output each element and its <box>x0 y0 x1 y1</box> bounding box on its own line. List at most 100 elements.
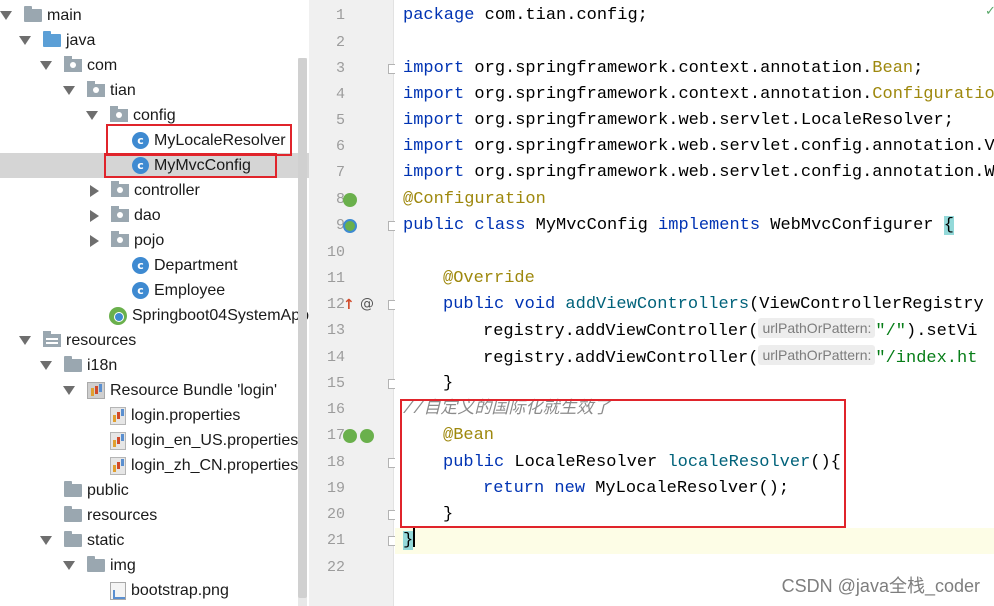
code-line-11: @Override <box>443 269 535 288</box>
code-line-7: import org.springframework.web.servlet.c… <box>403 160 994 186</box>
tree-item-login-zh-cn[interactable]: login_zh_CN.properties <box>0 453 309 478</box>
expand-arrow-icon[interactable] <box>40 361 52 370</box>
expand-arrow-icon[interactable] <box>40 536 52 545</box>
parameter-hint: urlPathOrPattern: <box>758 318 876 338</box>
code-text: org.springframework.web.servlet.config.a… <box>464 163 994 182</box>
tree-item-static[interactable]: static <box>0 528 309 553</box>
collapse-arrow-icon[interactable] <box>90 234 99 247</box>
tree-item-springboot-app[interactable]: Springboot04SystemApp <box>0 303 309 328</box>
spring-bean-check-icon[interactable] <box>360 429 374 443</box>
tree-item-login-properties[interactable]: login.properties <box>0 403 309 428</box>
code-text: ; <box>913 59 924 78</box>
tree-item-label: tian <box>110 81 136 99</box>
code-line-14: registry.addViewController(urlPathOrPatt… <box>483 345 977 371</box>
scrollbar-thumb[interactable] <box>298 58 307 598</box>
code-line-12: public void addViewControllers(ViewContr… <box>443 292 994 318</box>
line-number: 19 <box>326 480 345 497</box>
folder-icon <box>64 531 82 547</box>
properties-file-icon <box>110 456 126 475</box>
tree-item-label: login_zh_CN.properties <box>131 456 299 474</box>
inspection-check-icon[interactable]: ✓ <box>985 4 994 19</box>
tree-item-i18n[interactable]: i18n <box>0 353 309 378</box>
tree-item-label: login.properties <box>131 406 241 424</box>
tree-item-pojo[interactable]: pojo <box>0 228 309 253</box>
expand-arrow-icon[interactable] <box>63 86 75 95</box>
line-number: 8 <box>335 191 345 208</box>
tree-item-mylocaleresolver[interactable]: c MyLocaleResolver <box>0 128 309 153</box>
line-number: 12 <box>326 296 345 313</box>
tree-item-label: Resource Bundle 'login' <box>110 381 278 399</box>
code-line-17: @Bean <box>443 426 495 445</box>
tree-item-controller[interactable]: controller <box>0 178 309 203</box>
current-line-highlight <box>395 528 994 554</box>
keyword: import <box>403 137 465 156</box>
tree-item-employee[interactable]: c Employee <box>0 278 309 303</box>
tree-item-bootstrap-png[interactable]: bootstrap.png <box>0 578 309 603</box>
line-number: 17 <box>326 427 345 444</box>
package-icon <box>111 181 129 197</box>
tree-item-config[interactable]: config <box>0 103 309 128</box>
line-number: 10 <box>326 244 345 261</box>
expand-arrow-icon[interactable] <box>19 336 31 345</box>
tree-scrollbar[interactable] <box>298 58 307 606</box>
expand-arrow-icon[interactable] <box>86 111 98 120</box>
line-number: 14 <box>326 349 345 366</box>
line-number: 21 <box>326 532 345 549</box>
line-number: 20 <box>326 506 345 523</box>
code-line-1: package com.tian.config; <box>403 3 648 29</box>
collapse-arrow-icon[interactable] <box>90 184 99 197</box>
class-name: MyMvcConfig <box>525 216 659 235</box>
code-line-3: import org.springframework.context.annot… <box>403 56 923 82</box>
class-icon: c <box>132 282 149 299</box>
tree-item-resource-bundle[interactable]: Resource Bundle 'login' <box>0 378 309 403</box>
expand-arrow-icon[interactable] <box>19 36 31 45</box>
code-text: registry.addViewController( <box>483 322 759 341</box>
tree-item-resources[interactable]: resources <box>0 328 309 353</box>
spring-config-icon[interactable] <box>343 219 357 233</box>
tree-item-dao[interactable]: dao <box>0 203 309 228</box>
folder-icon <box>64 481 82 497</box>
parameter-hint: urlPathOrPattern: <box>758 345 876 365</box>
expand-arrow-icon[interactable] <box>0 11 12 20</box>
line-number: 13 <box>326 322 345 339</box>
expand-arrow-icon[interactable] <box>63 386 75 395</box>
code-text: ).setVi <box>906 322 978 341</box>
code-text: registry.addViewController( <box>483 349 759 368</box>
tree-item-resources-sub[interactable]: resources <box>0 503 309 528</box>
code-text: org.springframework.context.annotation. <box>464 85 873 104</box>
spring-bean-icon[interactable] <box>343 193 357 207</box>
override-up-arrow-icon[interactable]: ↑ <box>343 298 357 312</box>
tree-item-img[interactable]: img <box>0 553 309 578</box>
tree-item-label: Employee <box>154 281 226 299</box>
tree-item-label: static <box>87 531 125 549</box>
tree-item-mymvcconfig[interactable]: c MyMvcConfig <box>0 153 309 178</box>
package-icon <box>64 56 82 72</box>
tree-item-public[interactable]: public <box>0 478 309 503</box>
keyword: import <box>403 163 465 182</box>
spring-bean-icon[interactable] <box>343 429 357 443</box>
expand-arrow-icon[interactable] <box>63 561 75 570</box>
code-text: (){ <box>810 453 841 472</box>
code-text: org.springframework.context.annotation. <box>464 59 873 78</box>
code-line-18: public LocaleResolver localeResolver(){ <box>443 450 841 476</box>
tree-item-label: resources <box>87 506 158 524</box>
expand-arrow-icon[interactable] <box>40 61 52 70</box>
line-number: 2 <box>335 34 345 51</box>
tree-item-login-en-us[interactable]: login_en_US.properties <box>0 428 309 453</box>
tree-item-java[interactable]: java <box>0 28 309 53</box>
tree-item-tian[interactable]: tian <box>0 78 309 103</box>
annotation-at-icon[interactable]: @ <box>360 297 374 311</box>
package-icon <box>111 206 129 222</box>
code-line-16: //自定义的国际化就生效了 <box>403 400 611 419</box>
keyword: public <box>443 453 505 472</box>
line-number: 5 <box>335 112 345 129</box>
keyword: import <box>403 59 465 78</box>
code-text: WebMvcConfigurer <box>760 216 944 235</box>
tree-item-com[interactable]: com <box>0 53 309 78</box>
tree-item-department[interactable]: c Department <box>0 253 309 278</box>
keyword: public class <box>403 216 526 235</box>
code-line-5: import org.springframework.web.servlet.L… <box>403 108 954 134</box>
image-file-icon <box>110 581 126 600</box>
tree-item-main[interactable]: main <box>0 3 309 28</box>
collapse-arrow-icon[interactable] <box>90 209 99 222</box>
